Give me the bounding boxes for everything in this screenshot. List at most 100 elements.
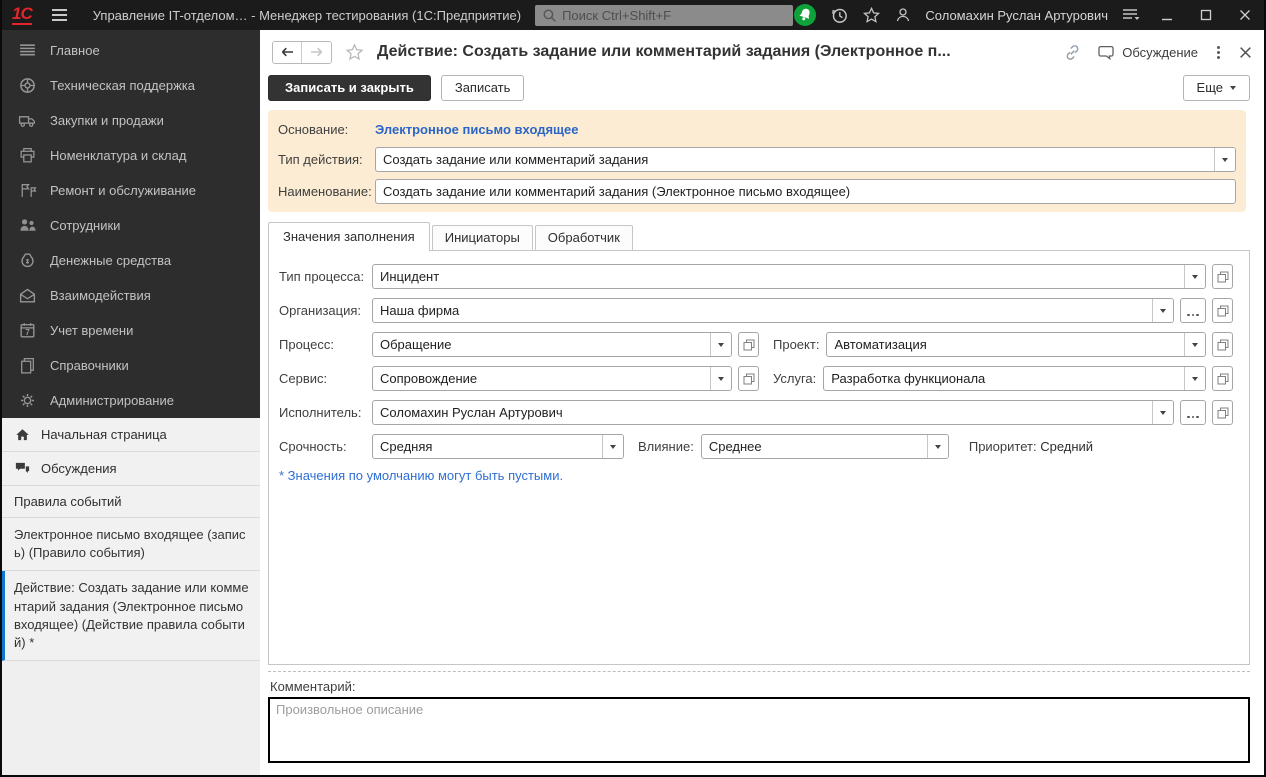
menu-lines-icon bbox=[18, 41, 37, 60]
user-icon[interactable] bbox=[894, 6, 912, 24]
sidebar-item-incoming-email-rule[interactable]: Электронное письмо входящее (запись) (Пр… bbox=[2, 518, 260, 571]
organization-field bbox=[372, 298, 1174, 323]
link-icon[interactable] bbox=[1063, 43, 1082, 62]
priority-row: Приоритет: Средний bbox=[969, 439, 1093, 454]
sidebar-item-time-tracking[interactable]: 7 Учет времени bbox=[2, 313, 260, 348]
process-open-button[interactable] bbox=[738, 332, 759, 357]
home-icon bbox=[14, 426, 31, 443]
pages-icon bbox=[18, 356, 37, 375]
service-menu-icon[interactable] bbox=[1121, 7, 1141, 23]
form-toolbar: Записать и закрыть Записать Еще bbox=[268, 74, 1250, 101]
flags-icon bbox=[18, 181, 37, 200]
executor-open-button[interactable] bbox=[1212, 400, 1233, 425]
minimize-button[interactable] bbox=[1154, 4, 1180, 26]
service-item-field bbox=[823, 366, 1206, 391]
sidebar-item-money[interactable]: Денежные средства bbox=[2, 243, 260, 278]
impact-dropdown-button[interactable] bbox=[927, 435, 948, 458]
tab-fill-values[interactable]: Значения заполнения bbox=[268, 222, 430, 251]
urgency-dropdown-button[interactable] bbox=[602, 435, 623, 458]
executor-field bbox=[372, 400, 1174, 425]
process-dropdown-button[interactable] bbox=[710, 333, 731, 356]
sidebar-open-windows: Начальная страница Обсуждения Правила со… bbox=[2, 418, 260, 775]
1c-logo: 1С bbox=[12, 5, 32, 25]
process-type-dropdown-button[interactable] bbox=[1184, 265, 1205, 288]
impact-label: Влияние: bbox=[638, 439, 694, 454]
process-type-open-button[interactable] bbox=[1212, 264, 1233, 289]
sidebar-item-action-window-active[interactable]: Действие: Создать задание или комментари… bbox=[2, 571, 260, 661]
service-item-dropdown-button[interactable] bbox=[1184, 367, 1205, 390]
service-item-input[interactable] bbox=[824, 367, 1184, 390]
sidebar-item-home-page[interactable]: Начальная страница bbox=[2, 418, 260, 452]
nav-history-group bbox=[272, 41, 332, 64]
organization-choose-button[interactable] bbox=[1180, 298, 1206, 323]
naming-input[interactable] bbox=[375, 179, 1236, 204]
impact-input[interactable] bbox=[702, 435, 927, 458]
notifications-icon[interactable] bbox=[793, 3, 817, 27]
base-link[interactable]: Электронное письмо входящее bbox=[375, 122, 578, 137]
sidebar-item-tech-support[interactable]: Техническая поддержка bbox=[2, 68, 260, 103]
action-type-dropdown-button[interactable] bbox=[1214, 148, 1235, 171]
impact-field bbox=[701, 434, 949, 459]
service-item-open-button[interactable] bbox=[1212, 366, 1233, 391]
executor-choose-button[interactable] bbox=[1180, 400, 1206, 425]
process-type-input[interactable] bbox=[373, 265, 1184, 288]
project-field bbox=[826, 332, 1206, 357]
sidebar-sections: Главное Техническая поддержка Закупки и … bbox=[2, 30, 260, 418]
urgency-input[interactable] bbox=[373, 435, 602, 458]
organization-input[interactable] bbox=[373, 299, 1152, 322]
organization-open-button[interactable] bbox=[1212, 298, 1233, 323]
maximize-button[interactable] bbox=[1193, 4, 1219, 26]
project-dropdown-button[interactable] bbox=[1184, 333, 1205, 356]
project-input[interactable] bbox=[827, 333, 1184, 356]
sidebar-item-catalogs[interactable]: Справочники bbox=[2, 348, 260, 383]
user-name[interactable]: Соломахин Руслан Артурович bbox=[925, 8, 1108, 23]
favorites-star-icon[interactable] bbox=[862, 6, 881, 25]
process-field bbox=[372, 332, 732, 357]
discussion-button[interactable]: Обсуждение bbox=[1097, 44, 1198, 60]
favorite-star-icon[interactable] bbox=[345, 43, 364, 62]
process-type-field bbox=[372, 264, 1206, 289]
sidebar-item-nomenclature-warehouse[interactable]: Номенклатура и склад bbox=[2, 138, 260, 173]
comment-textarea[interactable] bbox=[268, 697, 1250, 763]
sidebar-item-administration[interactable]: Администрирование bbox=[2, 383, 260, 418]
tab-initiators[interactable]: Инициаторы bbox=[432, 225, 533, 250]
process-input[interactable] bbox=[373, 333, 710, 356]
priority-value: Средний bbox=[1040, 439, 1093, 454]
service-field bbox=[372, 366, 732, 391]
header-panel: Основание: Электронное письмо входящее Т… bbox=[268, 110, 1246, 212]
save-and-close-button[interactable]: Записать и закрыть bbox=[268, 75, 431, 101]
global-search[interactable] bbox=[535, 5, 793, 26]
tab-handler[interactable]: Обработчик bbox=[535, 225, 633, 250]
close-window-button[interactable] bbox=[1232, 4, 1258, 26]
more-button[interactable]: Еще bbox=[1183, 75, 1250, 101]
main-menu-icon[interactable] bbox=[52, 9, 67, 21]
people-icon bbox=[18, 216, 37, 235]
sidebar-item-purchases-sales[interactable]: Закупки и продажи bbox=[2, 103, 260, 138]
more-commands-icon[interactable] bbox=[1213, 44, 1224, 61]
sidebar-item-repair-maintenance[interactable]: Ремонт и обслуживание bbox=[2, 173, 260, 208]
service-input[interactable] bbox=[373, 367, 710, 390]
naming-label: Наименование: bbox=[278, 184, 375, 199]
project-open-button[interactable] bbox=[1212, 332, 1233, 357]
splitter-handle[interactable] bbox=[268, 671, 1250, 672]
sidebar-item-employees[interactable]: Сотрудники bbox=[2, 208, 260, 243]
service-dropdown-button[interactable] bbox=[710, 367, 731, 390]
service-item-label: Услуга: bbox=[773, 371, 816, 386]
organization-dropdown-button[interactable] bbox=[1152, 299, 1173, 322]
save-button[interactable]: Записать bbox=[441, 75, 525, 101]
app-title: Управление IT-отделом… - Менеджер тестир… bbox=[93, 8, 521, 23]
sidebar-item-interactions[interactable]: Взаимодействия bbox=[2, 278, 260, 313]
sidebar-item-main[interactable]: Главное bbox=[2, 33, 260, 68]
executor-input[interactable] bbox=[373, 401, 1152, 424]
sidebar-item-discussions[interactable]: Обсуждения bbox=[2, 452, 260, 486]
executor-dropdown-button[interactable] bbox=[1152, 401, 1173, 424]
action-type-input[interactable] bbox=[376, 148, 1214, 171]
urgency-field bbox=[372, 434, 624, 459]
history-icon[interactable] bbox=[830, 6, 849, 25]
close-form-button[interactable] bbox=[1239, 46, 1252, 59]
search-input[interactable] bbox=[562, 8, 786, 23]
back-button[interactable] bbox=[273, 42, 302, 63]
service-open-button[interactable] bbox=[738, 366, 759, 391]
forward-button[interactable] bbox=[302, 42, 331, 63]
sidebar-item-event-rules[interactable]: Правила событий bbox=[2, 486, 260, 518]
